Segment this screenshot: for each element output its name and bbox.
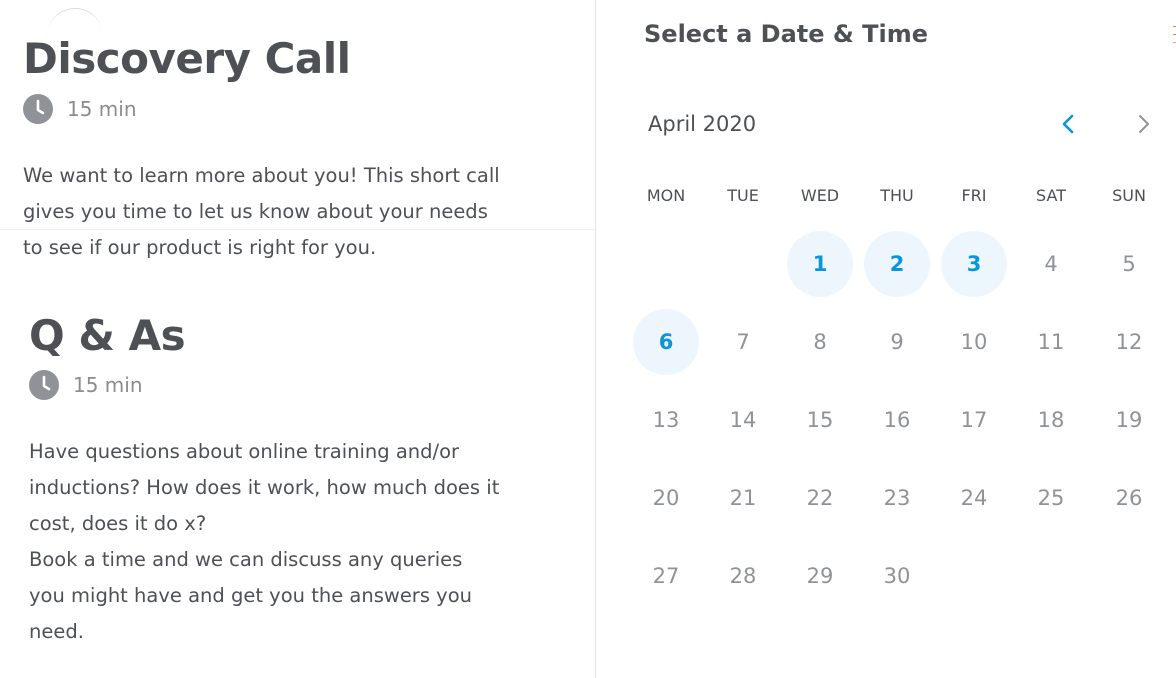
day-8: 8 [813,330,827,354]
weekday-label-fri: FRI [961,186,987,205]
day-11: 11 [1037,330,1065,354]
event-description-discovery-call: We want to learn more about you! This sh… [23,158,500,266]
event-duration-discovery-call: 15 min [23,94,137,124]
scheduling-page: Discovery Call 15 min We want to learn m… [0,0,1176,678]
weekday-header-row: MON TUE WED THU FRI SAT SUN [596,186,1176,208]
description-line: inductions? How does it work, how much d… [29,476,500,499]
event-title-q-and-as: Q & As [29,311,186,360]
day-10: 10 [960,330,988,354]
day-6-available-button[interactable]: 6 [633,309,699,375]
day-28: 28 [729,564,757,588]
day-25: 25 [1037,486,1065,510]
next-month-button[interactable] [1128,110,1160,142]
day-15: 15 [806,408,834,432]
day-5: 5 [1122,252,1136,276]
day-16: 16 [883,408,911,432]
day-14: 14 [729,408,757,432]
description-line: Book a time and we can discuss any queri… [29,548,463,571]
day-13: 13 [652,408,680,432]
clock-icon [29,370,59,400]
day-9: 9 [890,330,904,354]
event-title-discovery-call: Discovery Call [23,34,351,83]
day-30: 30 [883,564,911,588]
description-line: Have questions about online training and… [29,440,460,463]
event-duration-q-and-as: 15 min [29,370,143,400]
day-12: 12 [1115,330,1143,354]
day-4: 4 [1044,252,1058,276]
day-3-available-button[interactable]: 3 [941,231,1007,297]
day-23: 23 [883,486,911,510]
day-19: 19 [1115,408,1143,432]
day-27: 27 [652,564,680,588]
chevron-right-icon [1137,113,1151,139]
picker-title: Select a Date & Time [644,20,929,48]
edge-marks [1172,24,1176,54]
day-2-available-button[interactable]: 2 [864,231,930,297]
weekday-label-mon: MON [646,186,686,205]
description-line: you might have and get you the answers y… [29,584,473,607]
weekday-label-sun: SUN [1112,186,1146,205]
day-18: 18 [1037,408,1065,432]
date-picker-panel: Select a Date & Time April 2020 MON TUE WE… [596,0,1176,678]
description-line: cost, does it do x? [29,512,207,535]
day-17: 17 [960,408,988,432]
day-24: 24 [960,486,988,510]
previous-month-button[interactable] [1052,110,1084,142]
day-22: 22 [806,486,834,510]
day-21: 21 [729,486,757,510]
description-line: need. [29,620,84,643]
weekday-label-sat: SAT [1036,186,1066,205]
day-1-available-button[interactable]: 1 [787,231,853,297]
weekday-label-wed: WED [800,186,840,205]
day-26: 26 [1115,486,1143,510]
description-line: gives you time to let us know about your… [23,200,488,223]
day-20: 20 [652,486,680,510]
chevron-left-icon [1061,113,1075,139]
description-line: to see if our product is right for you. [23,236,377,259]
weekday-label-tue: TUE [727,186,759,205]
duration-label: 15 min [73,373,143,397]
description-line: We want to learn more about you! This sh… [23,164,500,187]
event-details-panel: Discovery Call 15 min We want to learn m… [0,0,595,678]
day-29: 29 [806,564,834,588]
day-7: 7 [736,330,750,354]
event-description-q-and-as: Have questions about online training and… [29,434,499,650]
clock-icon [23,94,53,124]
weekday-label-thu: THU [880,186,914,205]
month-label: April 2020 [648,112,757,136]
duration-label: 15 min [67,97,137,121]
